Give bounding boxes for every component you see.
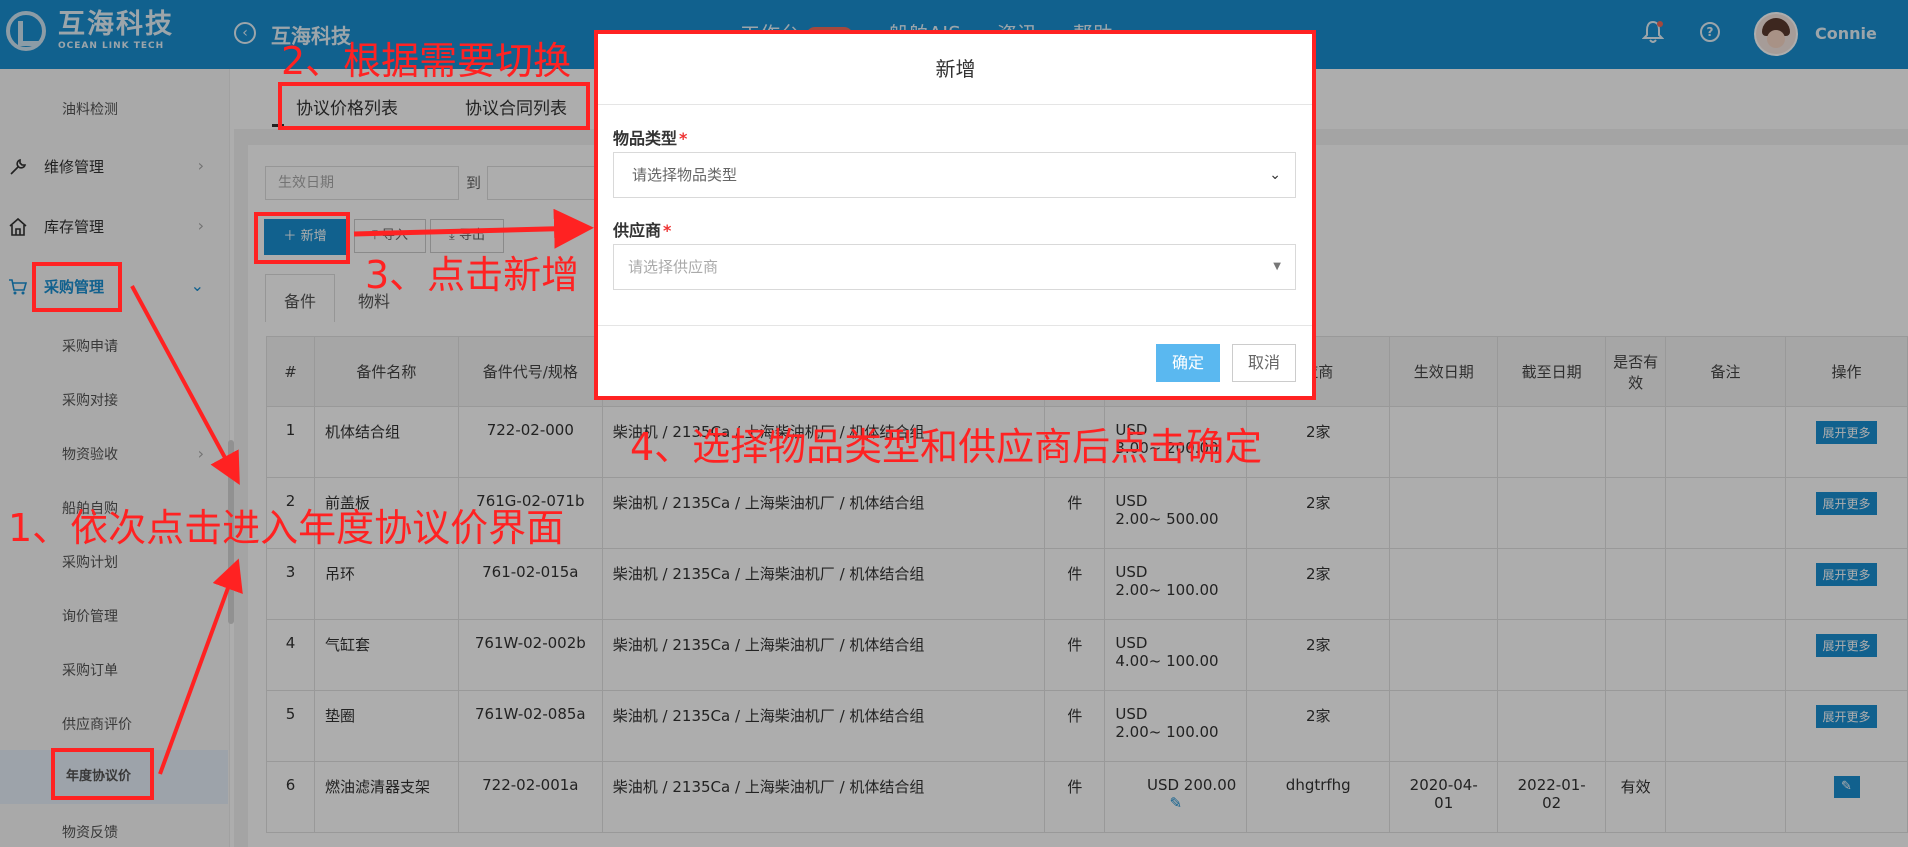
arrow-add-to-dialog: [353, 208, 594, 249]
arrow-purchase-to-text: [130, 285, 240, 486]
annotation-arrows: [130, 208, 594, 775]
arrow-annual-to-text: [158, 558, 243, 775]
